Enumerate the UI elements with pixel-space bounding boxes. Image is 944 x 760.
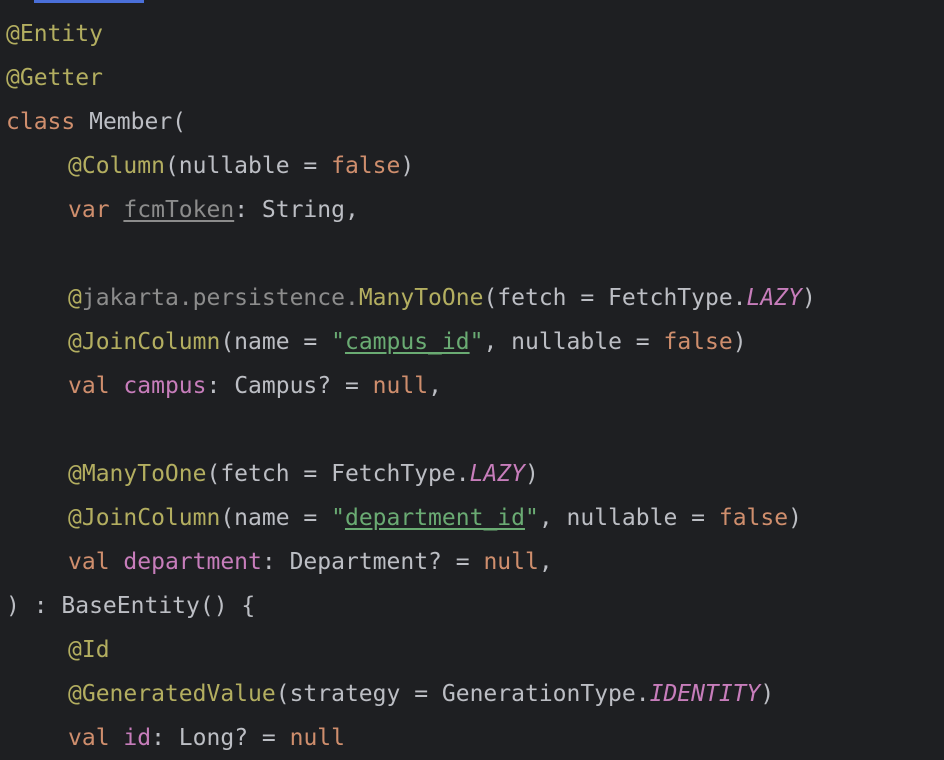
property-department: department <box>123 549 262 575</box>
annotation-id: @Id <box>68 637 110 663</box>
annotation-manytoone: ManyToOne <box>358 285 484 311</box>
code-text: ) <box>732 329 747 355</box>
package-path: jakarta.persistence. <box>81 285 359 311</box>
code-text: (name = <box>220 329 332 355</box>
keyword-var: var <box>68 197 110 223</box>
string-quote: " <box>469 329 484 355</box>
code-line-5: var fcmToken: String, <box>6 188 816 232</box>
code-text: (fetch = FetchType. <box>206 461 470 487</box>
annotation-column: @Column <box>68 153 165 179</box>
code-area[interactable]: @Entity @Getter class Member( @Column(nu… <box>6 12 816 760</box>
code-line-7: @jakarta.persistence.ManyToOne(fetch = F… <box>6 276 816 320</box>
annotation-entity: @Entity <box>6 21 103 47</box>
code-text: , <box>428 373 442 399</box>
code-text: (fetch = FetchType. <box>483 285 747 311</box>
annotation-getter: @Getter <box>6 65 103 91</box>
code-line-8: @JoinColumn(name = "campus_id", nullable… <box>6 320 816 364</box>
enum-lazy: LAZY <box>746 285 802 311</box>
code-line-12: @JoinColumn(name = "department_id", null… <box>6 496 816 540</box>
code-text: , nullable = <box>538 505 719 531</box>
code-text: (nullable = <box>164 153 332 179</box>
property-campus: campus <box>123 373 207 399</box>
code-text: , nullable = <box>483 329 664 355</box>
code-text: : Campus? = <box>206 373 373 399</box>
code-text: ) <box>760 681 775 707</box>
code-line-16: @GeneratedValue(strategy = GenerationTyp… <box>6 672 816 716</box>
keyword-null: null <box>289 725 345 751</box>
keyword-val: val <box>68 373 110 399</box>
property-id: id <box>123 725 152 751</box>
code-line-13: val department: Department? = null, <box>6 540 816 584</box>
code-text: : String, <box>234 197 359 223</box>
keyword-false: false <box>663 329 733 355</box>
code-line-17: val id: Long? = null <box>6 716 816 760</box>
keyword-null: null <box>483 549 539 575</box>
class-name: Member( <box>75 109 187 135</box>
code-line-14: ) : BaseEntity() { <box>6 584 816 628</box>
keyword-false: false <box>331 153 401 179</box>
code-text: ) : BaseEntity() { <box>6 593 256 619</box>
code-text: : Department? = <box>261 549 484 575</box>
string-quote: " <box>524 505 539 531</box>
keyword-class: class <box>6 109 76 135</box>
code-text: ) <box>524 461 539 487</box>
code-text: (name = <box>220 505 332 531</box>
string-department-id[interactable]: department_id <box>345 505 525 531</box>
code-editor[interactable]: @Entity @Getter class Member( @Column(nu… <box>0 0 944 758</box>
enum-identity: IDENTITY <box>649 681 761 707</box>
code-line-9: val campus: Campus? = null, <box>6 364 816 408</box>
code-text: ) <box>801 285 816 311</box>
keyword-val: val <box>68 549 110 575</box>
enum-lazy: LAZY <box>469 461 525 487</box>
string-campus-id[interactable]: campus_id <box>345 329 470 355</box>
code-line-4: @Column(nullable = false) <box>6 144 816 188</box>
keyword-null: null <box>372 373 429 399</box>
annotation-joincolumn: @JoinColumn <box>68 505 221 531</box>
annotation-manytoone: @ManyToOne <box>68 461 207 487</box>
annotation-joincolumn: @JoinColumn <box>68 329 221 355</box>
code-text: , <box>538 549 553 575</box>
code-line-1: @Entity <box>6 12 816 56</box>
code-text: ) <box>400 153 415 179</box>
code-line-11: @ManyToOne(fetch = FetchType.LAZY) <box>6 452 816 496</box>
keyword-val: val <box>68 725 110 751</box>
string-quote: " <box>331 329 345 355</box>
property-fcmtoken: fcmToken <box>123 197 235 223</box>
code-line-3: class Member( <box>6 100 816 144</box>
code-line-15: @Id <box>6 628 816 672</box>
annotation-at: @ <box>68 285 82 311</box>
code-text: (strategy = GenerationType. <box>275 681 650 707</box>
code-text: ) <box>788 505 802 531</box>
annotation-generatedvalue: @GeneratedValue <box>68 681 276 707</box>
code-line-2: @Getter <box>6 56 816 100</box>
fold-highlight-line <box>34 0 144 3</box>
string-quote: " <box>331 505 345 531</box>
keyword-false: false <box>718 505 789 531</box>
code-text: : Long? = <box>151 725 290 751</box>
